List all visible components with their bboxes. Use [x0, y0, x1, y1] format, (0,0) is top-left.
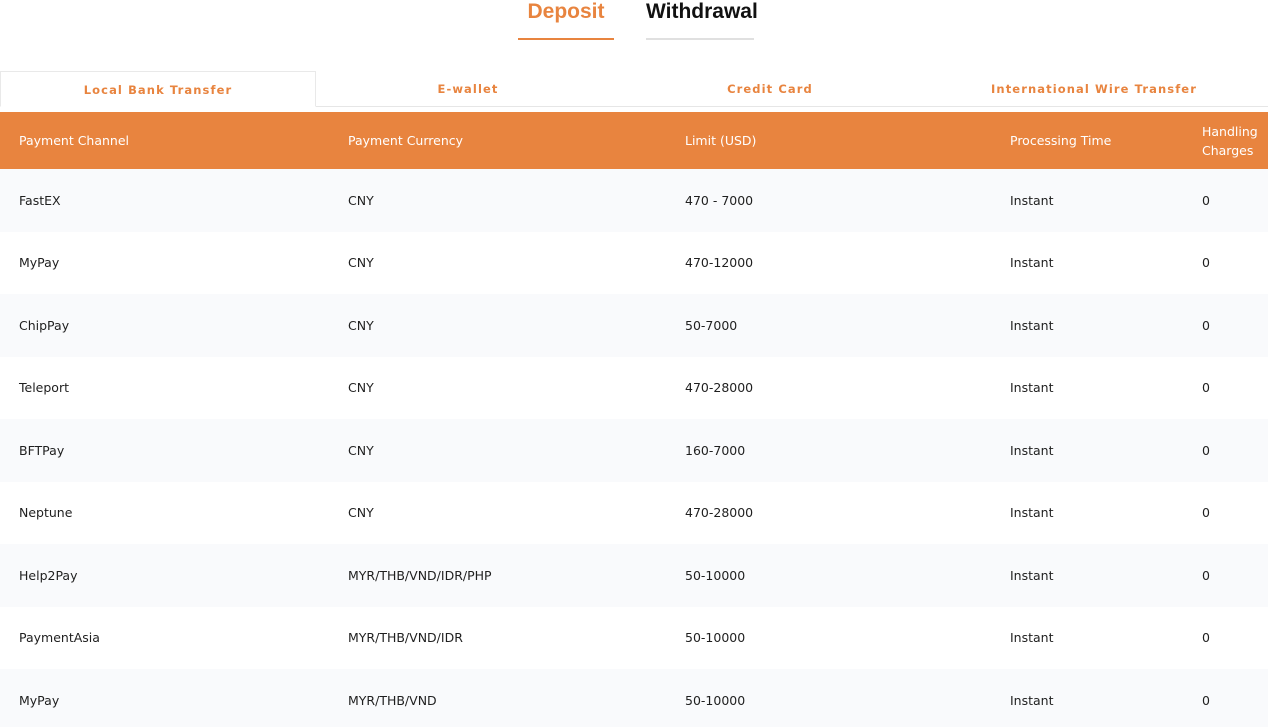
header-handling-charges: Handling Charges [1202, 123, 1258, 158]
cell-payment-currency: MYR/THB/VND [348, 692, 437, 708]
cell-payment-currency: CNY [348, 192, 374, 208]
cell-limit: 470 - 7000 [685, 192, 754, 208]
cell-payment-channel: MyPay [19, 692, 60, 708]
cell-payment-currency: CNY [348, 255, 374, 271]
cell-processing-time: Instant [1010, 380, 1054, 396]
cell-payment-channel: MyPay [19, 255, 60, 271]
cell-handling-charges: 0 [1202, 442, 1210, 458]
cell-limit: 470-12000 [685, 255, 754, 271]
payment-method-tabs: Local Bank Transfer E-wallet Credit Card… [0, 71, 1268, 107]
cell-processing-time: Instant [1010, 317, 1054, 333]
table-row: BFTPay CNY 160-7000 Instant 0 [0, 419, 1268, 482]
header-limit: Limit (USD) [685, 133, 757, 148]
cell-payment-channel: Neptune [19, 505, 73, 521]
cell-payment-channel: Help2Pay [19, 567, 78, 583]
cell-processing-time: Instant [1010, 505, 1054, 521]
cell-handling-charges: 0 [1202, 567, 1210, 583]
cell-processing-time: Instant [1010, 567, 1054, 583]
tab-withdrawal[interactable]: Withdrawal [646, 0, 758, 40]
table-row: PaymentAsia MYR/THB/VND/IDR 50-10000 Instan… [0, 606, 1268, 669]
table-row: Neptune CNY 470-28000 Instant 0 [0, 481, 1268, 544]
cell-limit: 50-10000 [685, 630, 746, 646]
cell-handling-charges: 0 [1202, 692, 1210, 708]
cell-handling-charges: 0 [1202, 317, 1210, 333]
cell-payment-currency: CNY [348, 442, 374, 458]
cell-payment-currency: CNY [348, 505, 374, 521]
table-row: MyPay CNY 470-12000 Instant 0 [0, 231, 1268, 294]
cell-handling-charges: 0 [1202, 380, 1210, 396]
table-row: Help2Pay MYR/THB/VND/IDR/PHP 50-10000 Insta… [0, 544, 1268, 607]
tab-credit-card[interactable]: Credit Card [620, 71, 920, 107]
tab-local-bank-transfer[interactable]: Local Bank Transfer [0, 71, 316, 107]
cell-limit: 470-28000 [685, 380, 754, 396]
cell-payment-channel: PaymentAsia [19, 630, 100, 646]
cell-processing-time: Instant [1010, 255, 1054, 271]
cell-payment-channel: ChipPay [19, 317, 70, 333]
table-row: Teleport CNY 470-28000 Instant 0 [0, 356, 1268, 419]
cell-processing-time: Instant [1010, 692, 1054, 708]
cell-limit: 50-7000 [685, 317, 738, 333]
cell-handling-charges: 0 [1202, 255, 1210, 271]
cell-payment-channel: Teleport [19, 380, 69, 396]
cell-handling-charges: 0 [1202, 505, 1210, 521]
cell-payment-currency: CNY [348, 380, 374, 396]
cell-limit: 50-10000 [685, 567, 746, 583]
cell-limit: 470-28000 [685, 505, 754, 521]
cell-handling-charges: 0 [1202, 192, 1210, 208]
deposit-withdrawal-tabs: Deposit Withdrawal [0, 0, 1268, 44]
header-processing-time: Processing Time [1010, 133, 1112, 148]
tab-e-wallet[interactable]: E-wallet [316, 71, 620, 107]
cell-limit: 160-7000 [685, 442, 746, 458]
cell-payment-currency: MYR/THB/VND/IDR [348, 630, 463, 646]
cell-payment-channel: FastEX [19, 192, 61, 208]
cell-processing-time: Instant [1010, 630, 1054, 646]
cell-payment-channel: BFTPay [19, 442, 65, 458]
cell-limit: 50-10000 [685, 692, 746, 708]
table-header: Payment Channel Payment Currency Limit (… [0, 112, 1268, 169]
payment-channels-table: Payment Channel Payment Currency Limit (… [0, 112, 1268, 727]
header-payment-currency: Payment Currency [348, 133, 464, 148]
table-row: FastEX CNY 470 - 7000 Instant 0 [0, 169, 1268, 232]
cell-payment-currency: CNY [348, 317, 374, 333]
cell-processing-time: Instant [1010, 192, 1054, 208]
table-body: FastEX CNY 470 - 7000 Instant 0 MyPay CNY 470-1… [0, 169, 1268, 727]
cell-payment-currency: MYR/THB/VND/IDR/PHP [348, 567, 492, 583]
header-payment-channel: Payment Channel [19, 133, 130, 148]
table-row: ChipPay CNY 50-7000 Instant 0 [0, 294, 1268, 357]
cell-processing-time: Instant [1010, 442, 1054, 458]
table-row: MyPay MYR/THB/VND 50-10000 Instant 0 [0, 669, 1268, 727]
tab-deposit[interactable]: Deposit [518, 0, 614, 40]
cell-handling-charges: 0 [1202, 630, 1210, 646]
tab-international-wire-transfer[interactable]: International Wire Transfer [920, 71, 1268, 107]
